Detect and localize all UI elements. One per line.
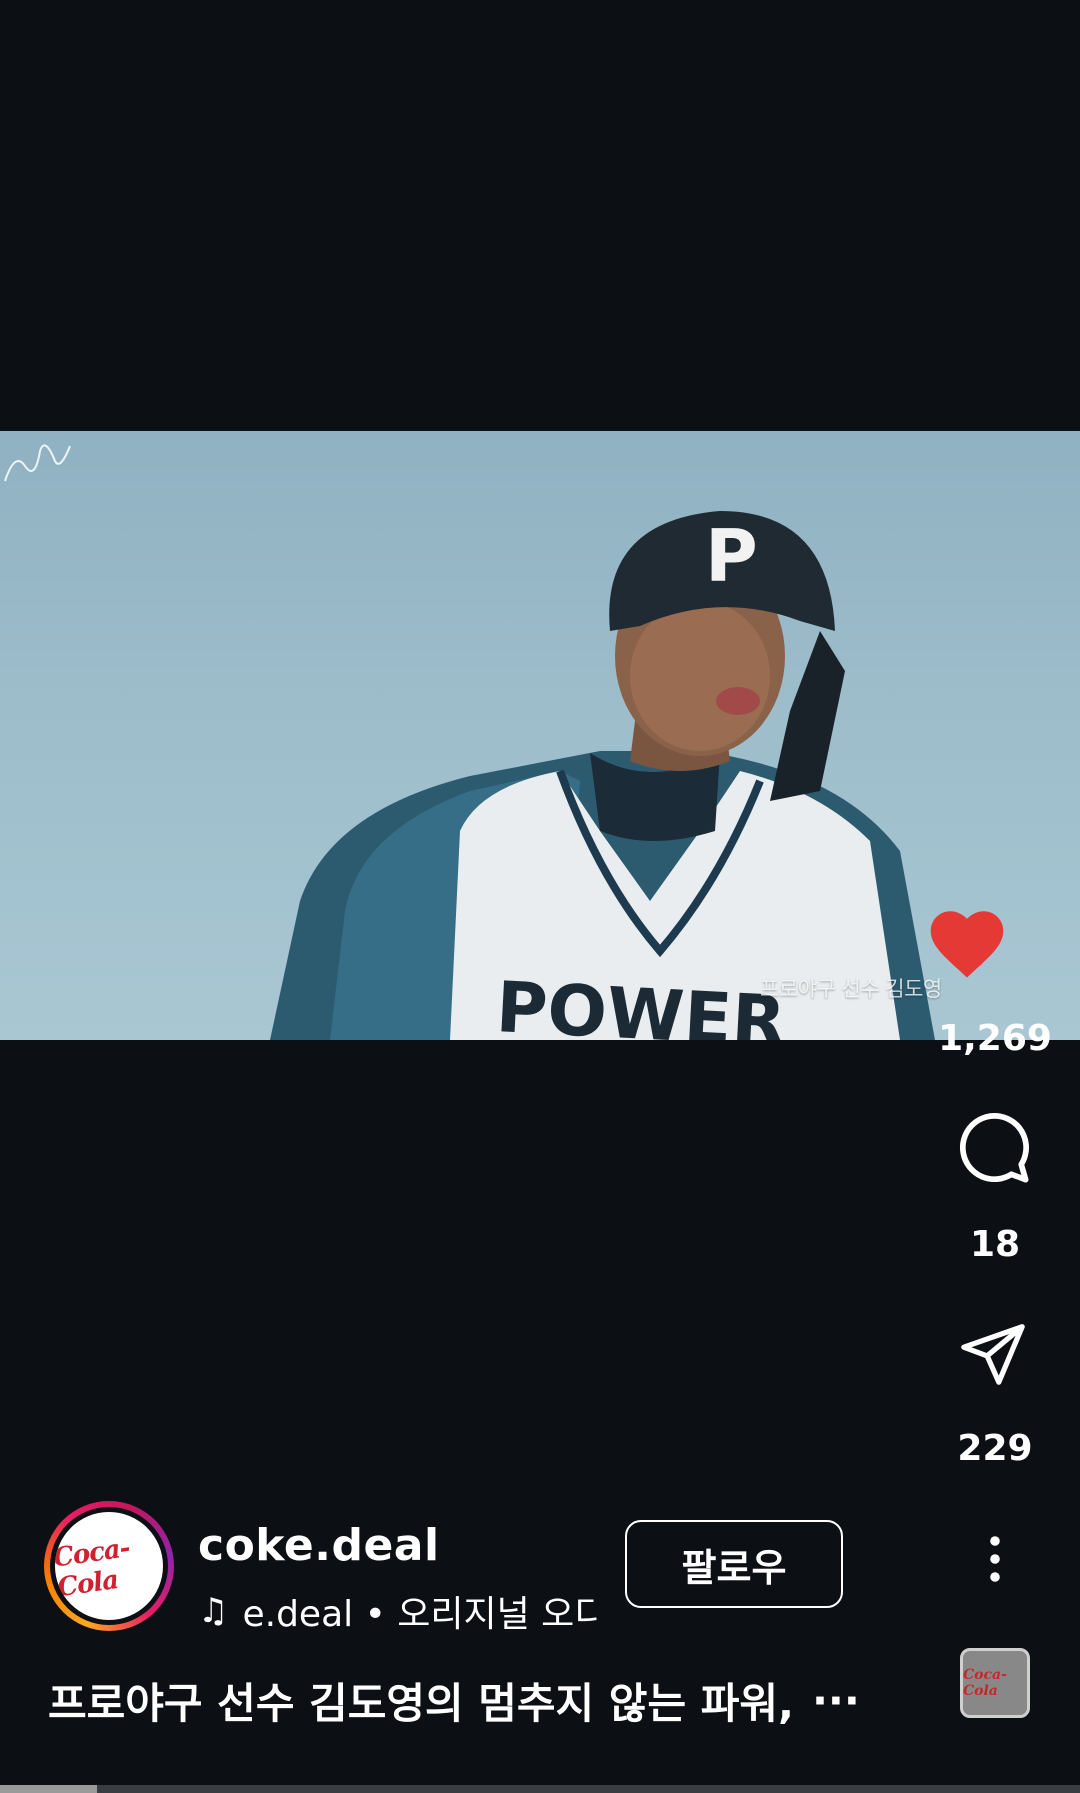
follow-button[interactable]: 팔로우 [625, 1520, 843, 1608]
speech-bubble-icon[interactable] [955, 1110, 1033, 1186]
avatar-logo-text: Coca-Cola [55, 1533, 132, 1604]
share-count: 229 [957, 1428, 1033, 1469]
more-options-button[interactable] [980, 1535, 1010, 1583]
username[interactable]: coke.deal [198, 1520, 440, 1571]
video-player[interactable]: POWER P 프로야구 선수 김도영 [0, 431, 1080, 1040]
caption-text: 프로야구 선수 김도영의 멈추지 않는 파워, [48, 1678, 794, 1728]
audio-thumbnail[interactable]: Coca-Cola [960, 1648, 1030, 1718]
avatar-border: Coca-Cola [50, 1507, 168, 1625]
paper-plane-icon[interactable] [955, 1318, 1031, 1388]
reels-screen: POWER P 프로야구 선수 김도영 1,269 18 229 Coca-Co… [0, 0, 1080, 1793]
playback-progress-bar[interactable] [0, 1785, 1080, 1793]
audio-attribution[interactable]: ♫ e.deal • 오리지널 오디 [198, 1586, 598, 1636]
like-count: 1,269 [938, 1018, 1052, 1059]
playback-progress-fill [0, 1785, 98, 1793]
share-action[interactable] [955, 1318, 1031, 1388]
coca-cola-logo: Coca-Cola [55, 1512, 163, 1620]
audio-thumbnail-logo: Coca-Cola [963, 1667, 1007, 1699]
video-overlay-caption: 프로야구 선수 김도영 [760, 977, 942, 1001]
avatar[interactable]: Coca-Cola [44, 1501, 174, 1631]
vertical-dots-icon[interactable] [980, 1535, 1010, 1583]
music-note-icon: ♫ [198, 1591, 229, 1631]
caption-more-button[interactable]: ··· [812, 1676, 860, 1725]
like-action[interactable] [925, 905, 1009, 981]
helmet-letter: P [705, 514, 758, 598]
audio-label: e.deal • 오리지널 오디 [242, 1594, 598, 1635]
comment-count: 18 [969, 1224, 1021, 1265]
heart-icon[interactable] [925, 905, 1009, 981]
video-frame-illustration: POWER P [270, 511, 935, 1040]
signature-icon [4, 444, 71, 482]
comment-action[interactable] [955, 1110, 1033, 1186]
post-caption[interactable]: 프로야구 선수 김도영의 멈추지 않는 파워, ··· [48, 1670, 928, 1730]
